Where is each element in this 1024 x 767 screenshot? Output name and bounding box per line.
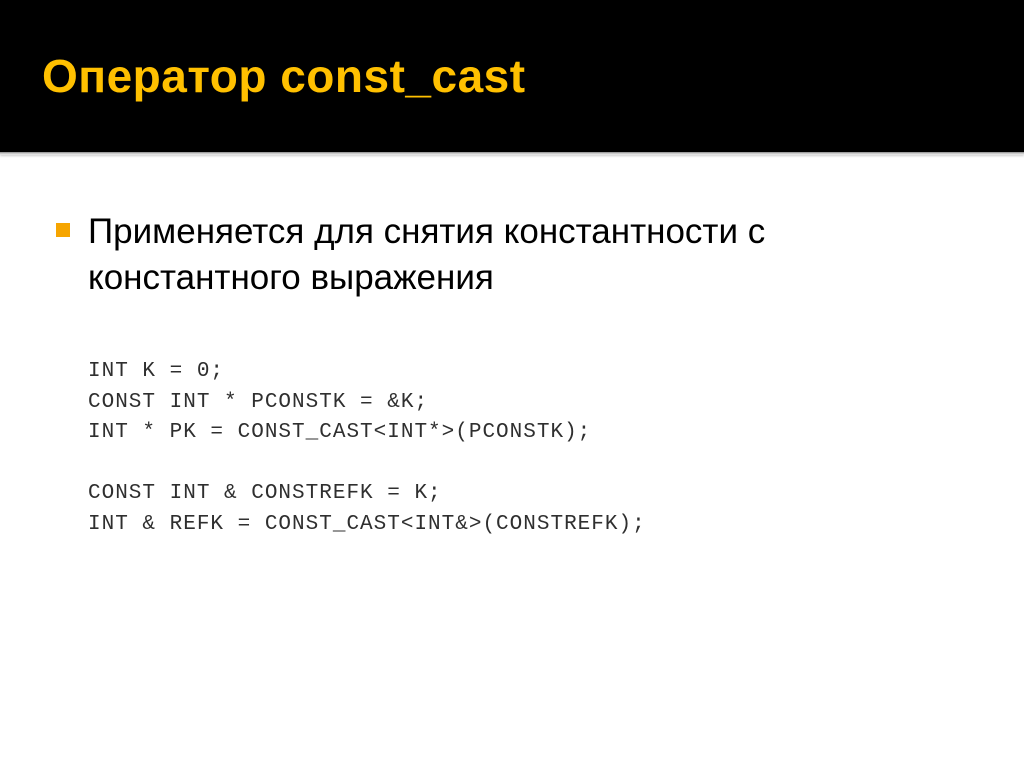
bullet-marker-icon — [56, 223, 70, 237]
slide: Оператор const_cast Применяется для снят… — [0, 0, 1024, 767]
code-line: int k = 0; — [88, 360, 224, 383]
slide-title: Оператор const_cast — [42, 49, 526, 103]
code-line: const int & constRefK = k; — [88, 482, 442, 505]
slide-content: Применяется для снятия константности с к… — [0, 155, 1024, 540]
code-block: int k = 0; const int * pConstK = &k; int… — [88, 357, 968, 540]
code-line: const int * pConstK = &k; — [88, 391, 428, 414]
bullet-item: Применяется для снятия константности с к… — [56, 209, 968, 301]
bullet-text: Применяется для снятия константности с к… — [88, 209, 968, 301]
code-line: int * pK = const_cast<int*>(pConstK); — [88, 421, 591, 444]
slide-header: Оператор const_cast — [0, 0, 1024, 152]
code-line: int & refK = const_cast<int&>(constRefK)… — [88, 513, 646, 536]
